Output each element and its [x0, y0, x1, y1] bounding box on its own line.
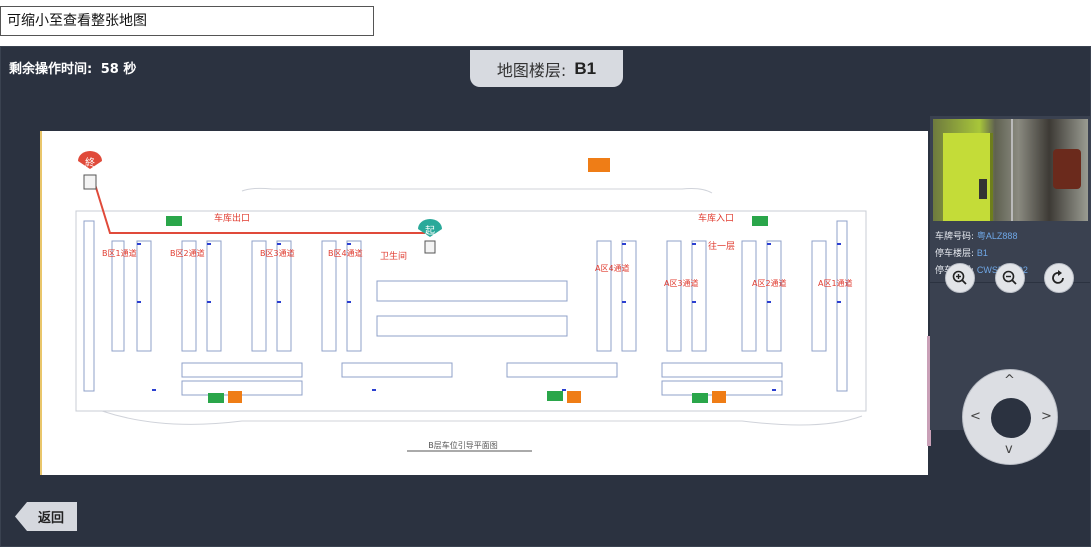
zone-label: B区3通道	[260, 248, 295, 258]
timer-value: 58 秒	[100, 62, 137, 77]
camera-lock	[979, 179, 987, 199]
direction-pad[interactable]: ^ v < >	[962, 369, 1058, 465]
start-marker-label: 起	[425, 225, 435, 237]
plate-row: 车牌号码: 粤ALZ888	[935, 228, 1028, 245]
exit-sign-icon-5	[692, 393, 708, 403]
map-caption: B层车位引导平面图	[428, 440, 498, 450]
camera-snapshot	[933, 119, 1088, 221]
elevator-sign-icon-3	[567, 391, 581, 403]
zone-label: A区2通道	[752, 278, 787, 288]
label-restroom: 卫生间	[380, 250, 407, 262]
label-stairs: 往一层	[708, 240, 735, 252]
back-button[interactable]: 返回	[15, 502, 77, 531]
zone-labels: B区1通道 B区2通道 B区3通道 B区4通道 A区4通道 A区3通道 A区2通…	[102, 248, 853, 288]
rotate-icon	[1052, 270, 1064, 284]
start-marker: 起	[418, 219, 442, 254]
pan-up-button[interactable]: ^	[1004, 373, 1015, 388]
direction-pad-center[interactable]	[991, 398, 1031, 438]
floor-value: B1	[574, 58, 597, 78]
floor-row: 停车楼层: B1	[935, 245, 1028, 262]
timer-label: 剩余操作时间:	[9, 62, 93, 77]
floor-label: 地图楼层:	[496, 60, 567, 80]
zone-label: A区3通道	[664, 278, 699, 288]
elevator-sign-icon-4	[712, 391, 726, 403]
parking-map[interactable]: 終 起 车库出口 车库入口 卫生间 往一层 B区1通道 B区2通道 B区3通道 …	[40, 131, 928, 475]
zoom-in-button[interactable]	[945, 263, 975, 293]
end-marker-label: 終	[85, 156, 95, 169]
map-curve-bottom	[101, 410, 863, 426]
exit-sign-icon-4	[547, 391, 563, 401]
search-input[interactable]: 可缩小至查看整张地图	[0, 6, 374, 36]
map-curve-top	[241, 187, 713, 194]
lamp-markers	[137, 243, 841, 391]
zone-label: A区1通道	[818, 278, 853, 288]
pan-right-button[interactable]: >	[1041, 409, 1052, 424]
end-marker: 終	[78, 151, 102, 190]
zone-label: B区1通道	[102, 248, 137, 258]
zone-label: B区2通道	[170, 248, 205, 258]
map-panel: 剩余操作时间: 58 秒 地图楼层: B1 終 起 车库出口 车库入口 卫生间 …	[0, 46, 1091, 547]
elevator-sign-icon-2	[228, 391, 242, 403]
pan-left-button[interactable]: <	[970, 409, 981, 424]
label-garage-entrance: 车库入口	[698, 212, 734, 224]
camera-door	[943, 133, 993, 221]
pan-down-button[interactable]: v	[1005, 442, 1013, 457]
zone-label: A区4通道	[595, 263, 630, 273]
camera-stripe	[1011, 119, 1013, 221]
rotate-button[interactable]	[1044, 263, 1074, 293]
plate-value: 粤ALZ888	[976, 231, 1018, 241]
zoom-out-icon	[1002, 270, 1017, 285]
exit-sign-icon-2	[752, 216, 768, 226]
elevator-sign-icon	[588, 158, 610, 172]
zoom-in-icon	[952, 270, 967, 285]
exit-sign-icon-3	[208, 393, 224, 403]
parking-map-svg[interactable]: 終 起 车库出口 车库入口 卫生间 往一层 B区1通道 B区2通道 B区3通道 …	[42, 131, 928, 475]
exit-sign-icon	[166, 216, 182, 226]
camera-chair	[1053, 149, 1081, 189]
floor-indicator: 地图楼层: B1	[470, 50, 623, 87]
timer: 剩余操作时间: 58 秒	[9, 58, 136, 77]
label-garage-exit: 车库出口	[214, 212, 250, 224]
floor-info-value: B1	[976, 248, 988, 258]
floor-info-label: 停车楼层:	[935, 249, 975, 259]
zoom-out-button[interactable]	[995, 263, 1025, 293]
plate-label: 车牌号码:	[935, 232, 975, 242]
zone-label: B区4通道	[328, 248, 363, 258]
